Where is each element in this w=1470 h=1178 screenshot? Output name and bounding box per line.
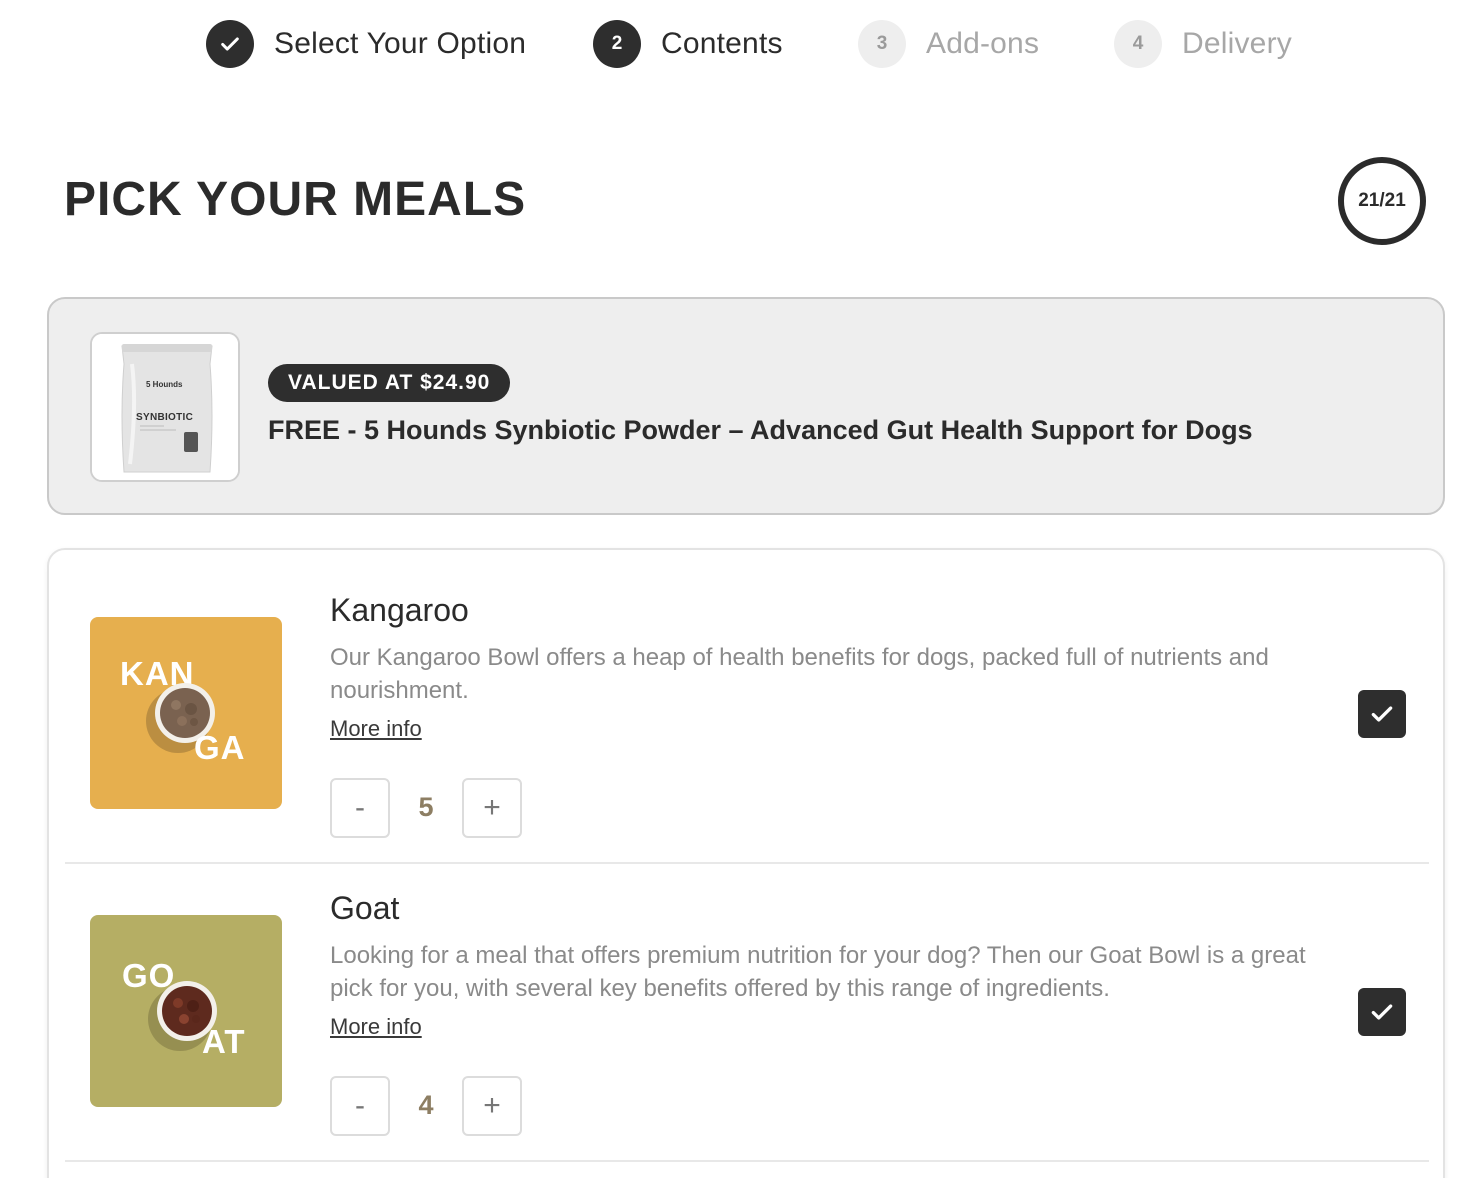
meal-card-kangaroo: KAN GA Kangaroo Our Kangaroo Bowl offers… bbox=[49, 550, 1443, 848]
divider bbox=[65, 1160, 1429, 1162]
meal-description: Our Kangaroo Bowl offers a heap of healt… bbox=[330, 644, 1269, 704]
valued-at-badge: VALUED AT $24.90 bbox=[268, 364, 511, 402]
check-icon bbox=[1371, 1004, 1393, 1020]
step-number: 2 bbox=[593, 20, 641, 68]
step-add-ons[interactable]: 3 Add-ons bbox=[858, 20, 1039, 68]
meal-name: Kangaroo bbox=[330, 592, 469, 628]
meal-image-text-bottom: GA bbox=[194, 729, 246, 766]
step-done-check-icon bbox=[206, 20, 254, 68]
step-label: Add-ons bbox=[926, 27, 1040, 60]
decrement-button[interactable]: - bbox=[330, 1076, 390, 1136]
quantity-value: 4 bbox=[418, 1090, 434, 1120]
page-title: PICK YOUR MEALS bbox=[64, 173, 527, 226]
meal-description: Looking for a meal that offers premium n… bbox=[330, 942, 1306, 1002]
meal-list: KAN GA Kangaroo Our Kangaroo Bowl offers… bbox=[47, 548, 1445, 1178]
step-label: Select Your Option bbox=[274, 27, 527, 60]
increment-button[interactable]: + bbox=[462, 778, 522, 838]
checkbox-checked-icon[interactable] bbox=[1358, 690, 1406, 738]
package-brand-text: 5 Hounds bbox=[146, 380, 183, 389]
synbiotic-product-image: 5 Hounds SYNBIOTIC bbox=[90, 332, 240, 482]
increment-button[interactable]: + bbox=[462, 1076, 522, 1136]
step-number: 4 bbox=[1114, 20, 1162, 68]
step-label: Contents bbox=[661, 27, 783, 60]
meal-counter-badge: 21/21 bbox=[1338, 157, 1426, 245]
step-select-option[interactable]: Select Your Option bbox=[206, 20, 526, 68]
checkout-stepper: Select Your Option 2 Contents 3 Add-ons … bbox=[0, 20, 1470, 70]
more-info-link[interactable]: More info bbox=[330, 1014, 422, 1040]
meal-name: Goat bbox=[330, 890, 400, 926]
meal-card-goat: GO AT Goat Looking for a meal that offer… bbox=[49, 848, 1443, 1146]
more-info-link[interactable]: More info bbox=[330, 716, 422, 742]
decrement-button[interactable]: - bbox=[330, 778, 390, 838]
goat-meal-image: GO AT bbox=[90, 915, 282, 1107]
step-number: 3 bbox=[858, 20, 906, 68]
meal-image-text-bottom: AT bbox=[202, 1023, 246, 1060]
promo-title: FREE - 5 Hounds Synbiotic Powder – Advan… bbox=[268, 415, 1253, 445]
step-label: Delivery bbox=[1182, 27, 1292, 60]
kangaroo-meal-image: KAN GA bbox=[90, 617, 282, 809]
package-label-text: SYNBIOTIC bbox=[136, 412, 194, 423]
quantity-value: 5 bbox=[418, 792, 434, 822]
step-delivery[interactable]: 4 Delivery bbox=[1114, 20, 1292, 68]
free-gift-banner: 5 Hounds SYNBIOTIC VALUED AT $24.90 FREE… bbox=[47, 297, 1445, 515]
step-contents[interactable]: 2 Contents bbox=[593, 20, 783, 68]
checkbox-checked-icon[interactable] bbox=[1358, 988, 1406, 1036]
check-icon bbox=[1371, 706, 1393, 722]
